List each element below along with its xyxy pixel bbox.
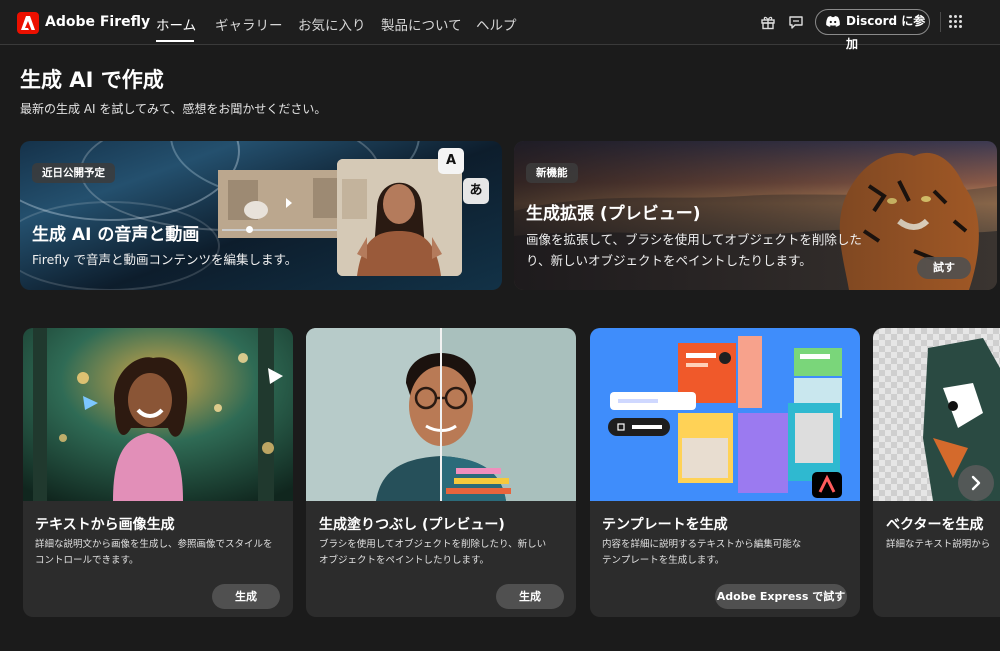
card-title: テキストから画像生成 [35,517,175,533]
page-title: 生成 AI で作成 [20,68,164,92]
video-scrubber[interactable] [222,229,346,231]
brand-name[interactable]: Adobe Firefly [45,14,150,30]
generate-button[interactable]: 生成 [212,584,280,609]
card-title: 生成塗りつぶし (プレビュー) [319,517,505,533]
card-generative-fill[interactable]: 生成塗りつぶし (プレビュー) ブラシを使用してオブジェクトを削除したり、新しい… [306,328,576,617]
banner-description-line2: り、新しいオブジェクトをペイントしたりします。 [526,253,812,268]
card-title: ベクターを生成 [886,517,984,533]
card-description-line1: 詳細な説明文から画像を生成し、参照画像でスタイルを [35,539,273,550]
presenter-image [337,159,462,276]
gift-icon[interactable] [760,14,776,30]
chevron-right-icon [971,475,981,491]
page-subtitle: 最新の生成 AI を試してみて、感想をお聞かせください。 [20,102,327,116]
card-description-line2: コントロールできます。 [35,555,139,566]
card-description-line1: 詳細なテキスト説明から [886,539,991,550]
card-image-man-portrait [306,328,576,501]
adobe-logo-icon[interactable] [17,12,39,34]
try-button[interactable]: 試す [917,257,971,279]
video-scrubber-handle[interactable] [246,226,253,233]
try-adobe-express-button[interactable]: Adobe Express で試す [715,584,847,609]
card-image-girl-forest [23,328,293,501]
carousel-next-button[interactable] [958,465,994,501]
card-text-to-image[interactable]: テキストから画像生成 詳細な説明文から画像を生成し、参照画像でスタイルを コント… [23,328,293,617]
nav-home[interactable]: ホーム [156,14,196,34]
app-switcher-icon[interactable] [949,15,963,29]
top-navigation-bar: Adobe Firefly ホーム ギャラリー お気に入り 製品について ヘルプ… [0,0,1000,51]
card-description-line1: 内容を詳細に説明するテキストから編集可能な [602,539,802,550]
wave-decoration [20,201,220,290]
nav-active-indicator [156,40,194,42]
nav-about[interactable]: 製品について [381,14,462,34]
card-image-templates [590,328,860,501]
feedback-icon[interactable] [788,14,804,30]
discord-join-label: Discord に参加 [846,14,926,51]
nav-gallery[interactable]: ギャラリー [215,14,283,34]
header-divider [940,12,941,32]
coming-soon-badge: 近日公開予定 [32,163,115,183]
card-title: テンプレートを生成 [602,517,728,533]
banner-description: Firefly で音声と動画コンテンツを編集します。 [32,252,298,267]
banner-description-line1: 画像を拡張して、ブラシを使用してオブジェクトを削除した [526,232,862,247]
nav-favorites[interactable]: お気に入り [298,14,366,34]
generate-button[interactable]: 生成 [496,584,564,609]
new-feature-badge: 新機能 [526,163,578,183]
card-description-line2: テンプレートを生成します。 [602,555,725,566]
card-generate-template[interactable]: テンプレートを生成 内容を詳細に説明するテキストから編集可能な テンプレートを生… [590,328,860,617]
banner-title: 生成 AI の音声と動画 [32,225,200,245]
video-preview-thumbnail [218,170,351,238]
card-description-line1: ブラシを使用してオブジェクトを削除したり、新しい [319,539,547,550]
card-description-line2: オブジェクトをペイントしたりします。 [319,555,490,566]
glyph-latin-a: A [438,148,464,174]
nav-help[interactable]: ヘルプ [476,14,517,34]
glyph-hiragana-a: あ [463,178,489,204]
discord-join-button[interactable]: Discord に参加 [815,9,930,51]
discord-icon [826,16,840,27]
banner-title: 生成拡張 (プレビュー) [526,204,701,224]
